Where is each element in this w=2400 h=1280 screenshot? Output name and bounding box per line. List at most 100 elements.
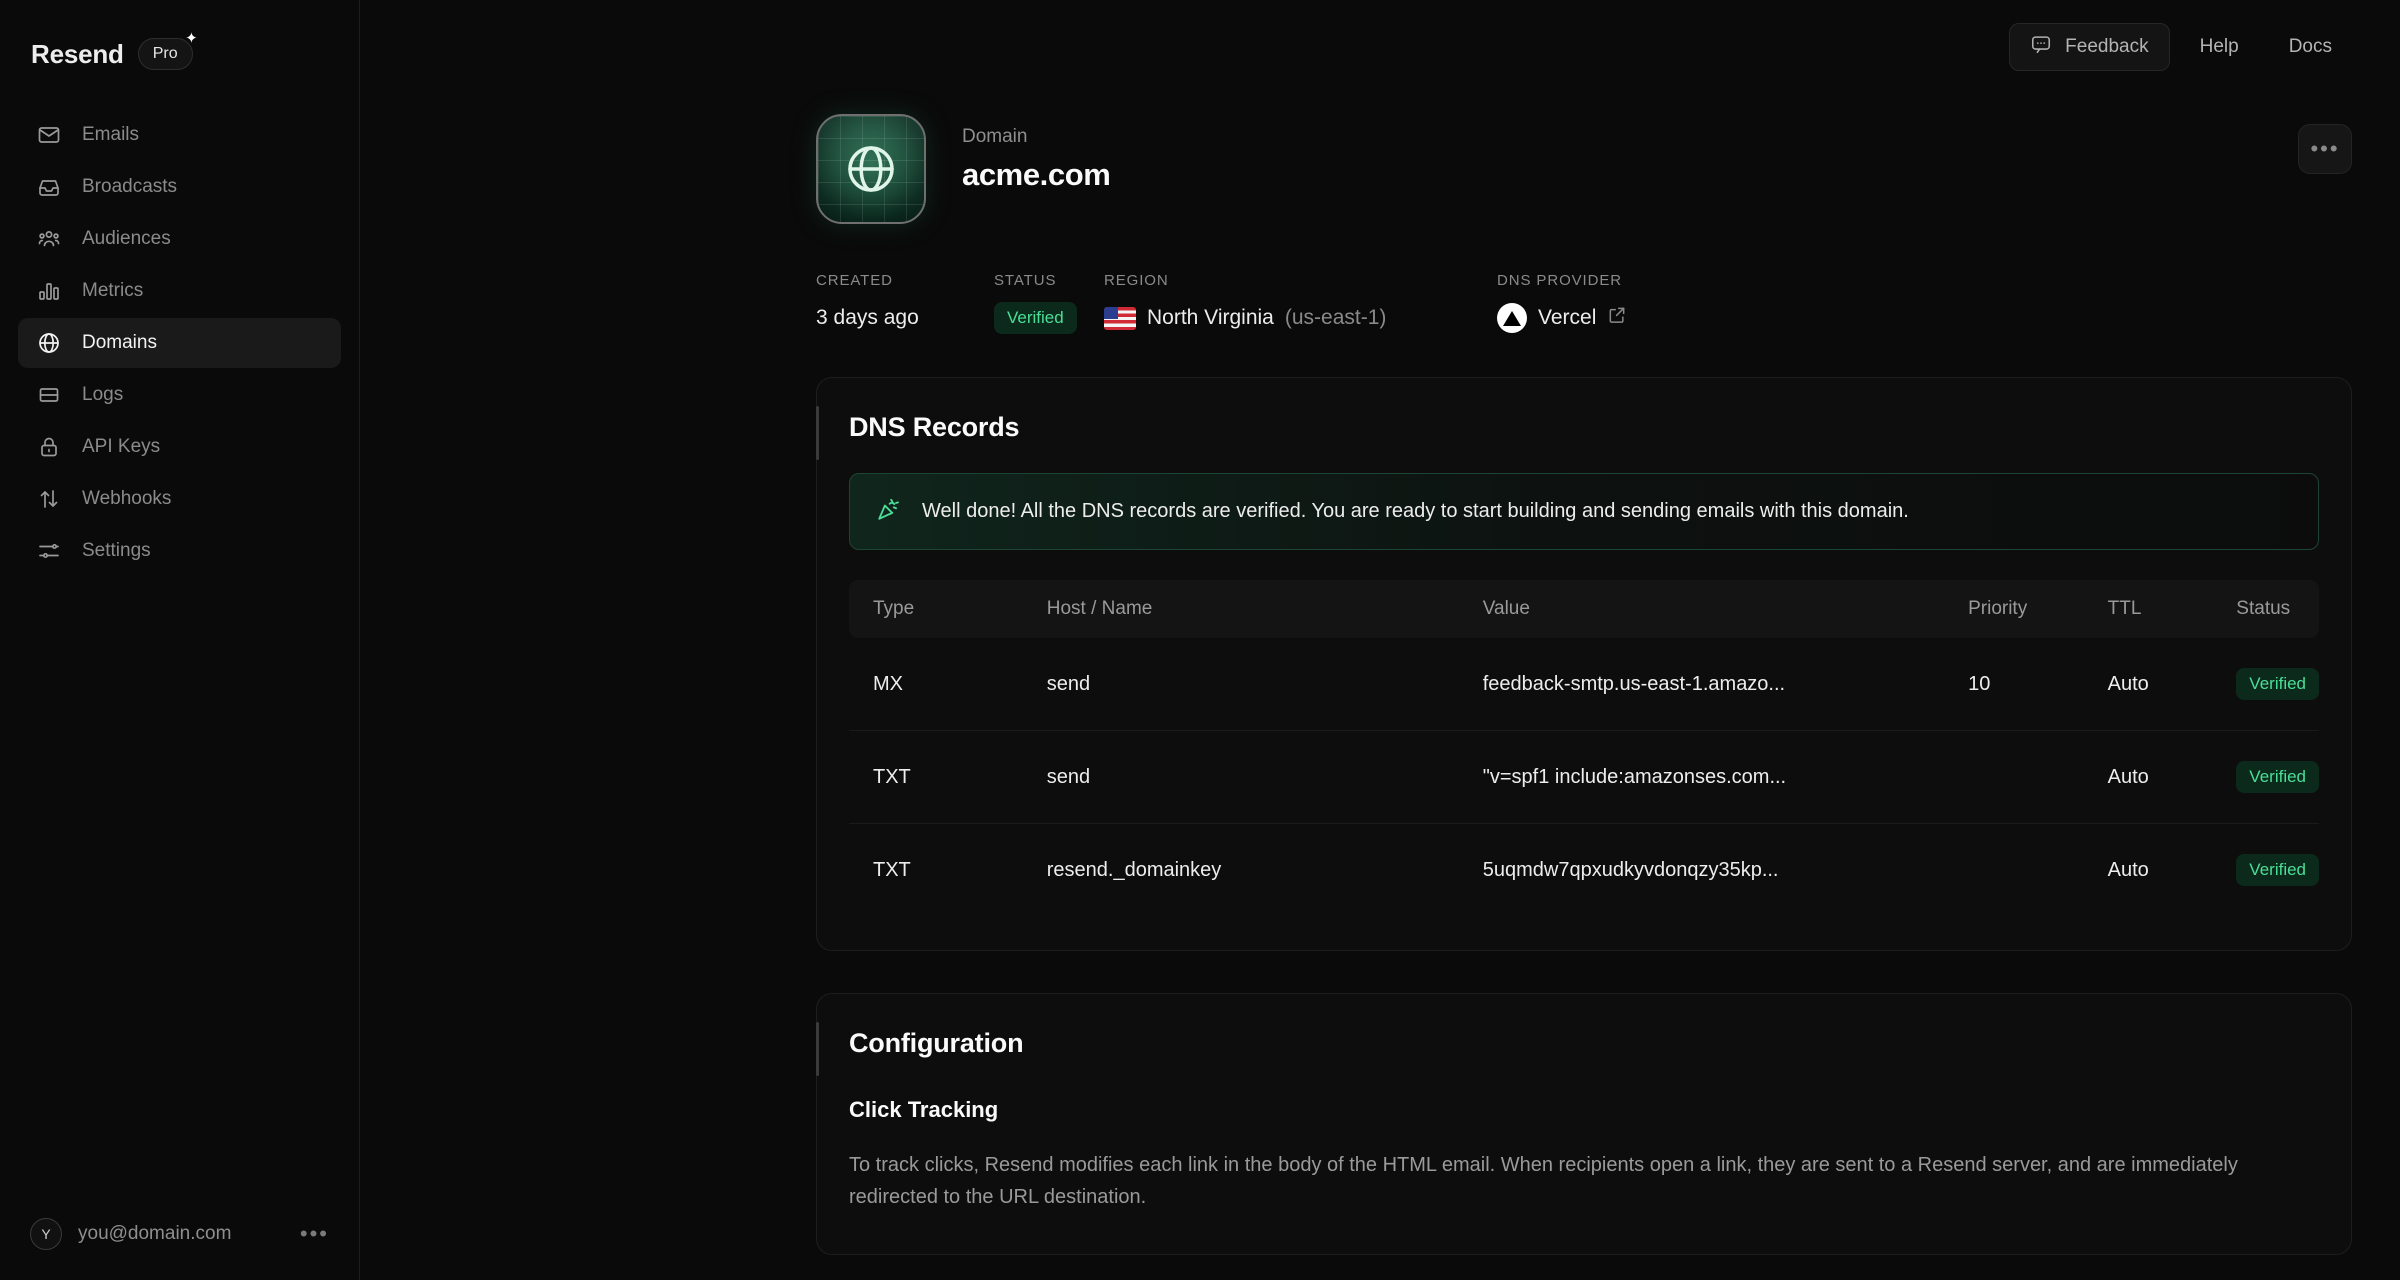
globe-icon — [36, 331, 61, 356]
chat-bubble-icon — [2030, 33, 2052, 61]
cell-status: Verified — [2236, 638, 2319, 731]
status-badge: Verified — [994, 302, 1077, 334]
click-tracking-description: To track clicks, Resend modifies each li… — [849, 1154, 2238, 1209]
main-content: Feedback Help Docs Domain acme.com ••• C… — [360, 0, 2400, 1280]
status-badge: Verified — [2236, 761, 2319, 793]
meta-status: STATUS Verified — [994, 272, 1104, 335]
meta-dns-provider-label: DNS PROVIDER — [1497, 272, 1622, 289]
column-header-host: Host / Name — [1046, 580, 1483, 638]
cell-host: resend._domainkey — [1046, 858, 1222, 881]
cell-priority — [1968, 824, 2108, 921]
sidebar-item-webhooks[interactable]: Webhooks — [18, 474, 341, 524]
dns-table-header: Type Host / Name Value Priority TTL Stat… — [849, 580, 2319, 638]
domain-globe-icon — [816, 114, 926, 224]
card-bottom-spacer — [817, 920, 2351, 950]
people-icon — [36, 227, 61, 252]
sidebar-item-label: API Keys — [82, 436, 161, 457]
avatar: Y — [30, 1218, 62, 1250]
brand-name: Resend — [31, 38, 124, 69]
cell-priority — [1968, 730, 2108, 824]
docs-link[interactable]: Docs — [2269, 23, 2352, 71]
lock-icon — [36, 435, 61, 460]
domain-more-menu-button[interactable]: ••• — [2298, 124, 2352, 174]
sidebar-item-domains[interactable]: Domains — [18, 318, 341, 368]
column-header-type: Type — [849, 580, 1047, 638]
cell-value: "v=spf1 include:amazonses.com... — [1482, 730, 1969, 824]
dns-table-body: MX send feedback-smtp.us-east-1.amazo...… — [849, 638, 2319, 920]
meta-dns-provider-value[interactable]: Vercel — [1497, 301, 1627, 335]
sidebar-item-label: Logs — [82, 384, 124, 405]
dns-success-banner: Well done! All the DNS records are verif… — [849, 473, 2319, 550]
cell-ttl: Auto — [2107, 638, 2237, 731]
table-row[interactable]: TXT send "v=spf1 include:amazonses.com..… — [849, 730, 2319, 824]
sidebar-item-label: Broadcasts — [82, 176, 178, 197]
help-link[interactable]: Help — [2180, 23, 2259, 71]
party-popper-icon — [876, 496, 902, 527]
sidebar: Resend Pro ✦ Emails Broadcasts Audiences… — [0, 0, 360, 1280]
meta-status-label: STATUS — [994, 272, 1057, 289]
configuration-card: Configuration Click Tracking To track cl… — [816, 993, 2352, 1255]
user-email: you@domain.com — [78, 1223, 232, 1244]
sidebar-item-settings[interactable]: Settings — [18, 526, 341, 576]
cell-type: TXT — [873, 858, 911, 881]
sidebar-item-audiences[interactable]: Audiences — [18, 214, 341, 264]
meta-status-value: Verified — [994, 301, 1104, 335]
meta-dns-provider-name: Vercel — [1538, 306, 1597, 329]
cell-status: Verified — [2236, 730, 2319, 824]
cell-value: 5uqmdw7qpxudkyvdonqzy35kp... — [1482, 858, 1779, 881]
feedback-button[interactable]: Feedback — [2009, 23, 2170, 71]
cell-ttl: Auto — [2107, 730, 2237, 824]
meta-region-code: (us-east-1) — [1284, 306, 1387, 329]
meta-created-label: CREATED — [816, 272, 893, 289]
user-menu-button[interactable]: ••• — [300, 1221, 329, 1247]
click-tracking-subtitle: Click Tracking — [849, 1097, 999, 1122]
domain-meta-row: CREATED 3 days ago STATUS Verified REGIO… — [816, 272, 2352, 335]
sidebar-item-label: Webhooks — [82, 488, 172, 509]
sidebar-item-label: Emails — [82, 124, 140, 145]
sidebar-item-label: Settings — [82, 540, 151, 561]
envelope-icon — [36, 123, 61, 148]
plan-badge-wrap[interactable]: Pro ✦ — [137, 31, 198, 70]
dns-records-title: DNS Records — [849, 412, 1020, 442]
cell-type: TXT — [849, 730, 1047, 824]
meta-created: CREATED 3 days ago — [816, 272, 994, 335]
cell-value: feedback-smtp.us-east-1.amazo... — [1482, 638, 1969, 731]
sidebar-nav: Emails Broadcasts Audiences Metrics Doma… — [0, 110, 359, 576]
sidebar-item-label: Domains — [82, 332, 157, 353]
dns-records-card: DNS Records Well done! All the DNS recor… — [816, 377, 2352, 951]
status-badge: Verified — [2236, 668, 2319, 700]
cell-host: send — [1046, 638, 1483, 731]
status-badge: Verified — [2236, 854, 2319, 886]
meta-region: REGION North Virginia (us-east-1) — [1104, 272, 1497, 335]
cell-host: send — [1046, 730, 1483, 824]
external-link-icon[interactable] — [1607, 305, 1627, 331]
table-header-row: Type Host / Name Value Priority TTL Stat… — [849, 580, 2319, 638]
sidebar-item-broadcasts[interactable]: Broadcasts — [18, 162, 341, 212]
sidebar-item-logs[interactable]: Logs — [18, 370, 341, 420]
table-row[interactable]: MX send feedback-smtp.us-east-1.amazo...… — [849, 638, 2319, 731]
domain-title-block: Domain acme.com — [962, 114, 1111, 193]
sidebar-item-metrics[interactable]: Metrics — [18, 266, 341, 316]
sidebar-user-section[interactable]: Y you@domain.com ••• — [0, 1188, 359, 1280]
app-root: Resend Pro ✦ Emails Broadcasts Audiences… — [0, 0, 2400, 1280]
domain-label: Domain — [962, 126, 1028, 147]
table-row[interactable]: TXT resend._domainkey 5uqmdw7qpxudkyvdon… — [849, 824, 2319, 921]
vercel-icon — [1497, 303, 1527, 333]
sidebar-item-emails[interactable]: Emails — [18, 110, 341, 160]
sparkle-icon: ✦ — [185, 30, 198, 47]
page-content: Domain acme.com ••• CREATED 3 days ago S… — [360, 0, 2400, 1255]
meta-dns-provider: DNS PROVIDER Vercel — [1497, 272, 1627, 335]
dns-records-table: Type Host / Name Value Priority TTL Stat… — [849, 580, 2319, 920]
column-header-value: Value — [1482, 580, 1969, 638]
column-header-ttl: TTL — [2107, 580, 2237, 638]
cell-ttl: Auto — [2107, 858, 2149, 881]
brand[interactable]: Resend Pro ✦ — [0, 0, 359, 80]
sidebar-item-api-keys[interactable]: API Keys — [18, 422, 341, 472]
sidebar-item-label: Audiences — [82, 228, 171, 249]
sidebar-item-label: Metrics — [82, 280, 144, 301]
domain-header: Domain acme.com ••• — [816, 94, 2352, 224]
dns-success-banner-text: Well done! All the DNS records are verif… — [922, 500, 1909, 522]
arrows-updown-icon — [36, 487, 61, 512]
page-title: acme.com — [962, 157, 1111, 192]
cell-priority: 10 — [1968, 638, 2108, 731]
